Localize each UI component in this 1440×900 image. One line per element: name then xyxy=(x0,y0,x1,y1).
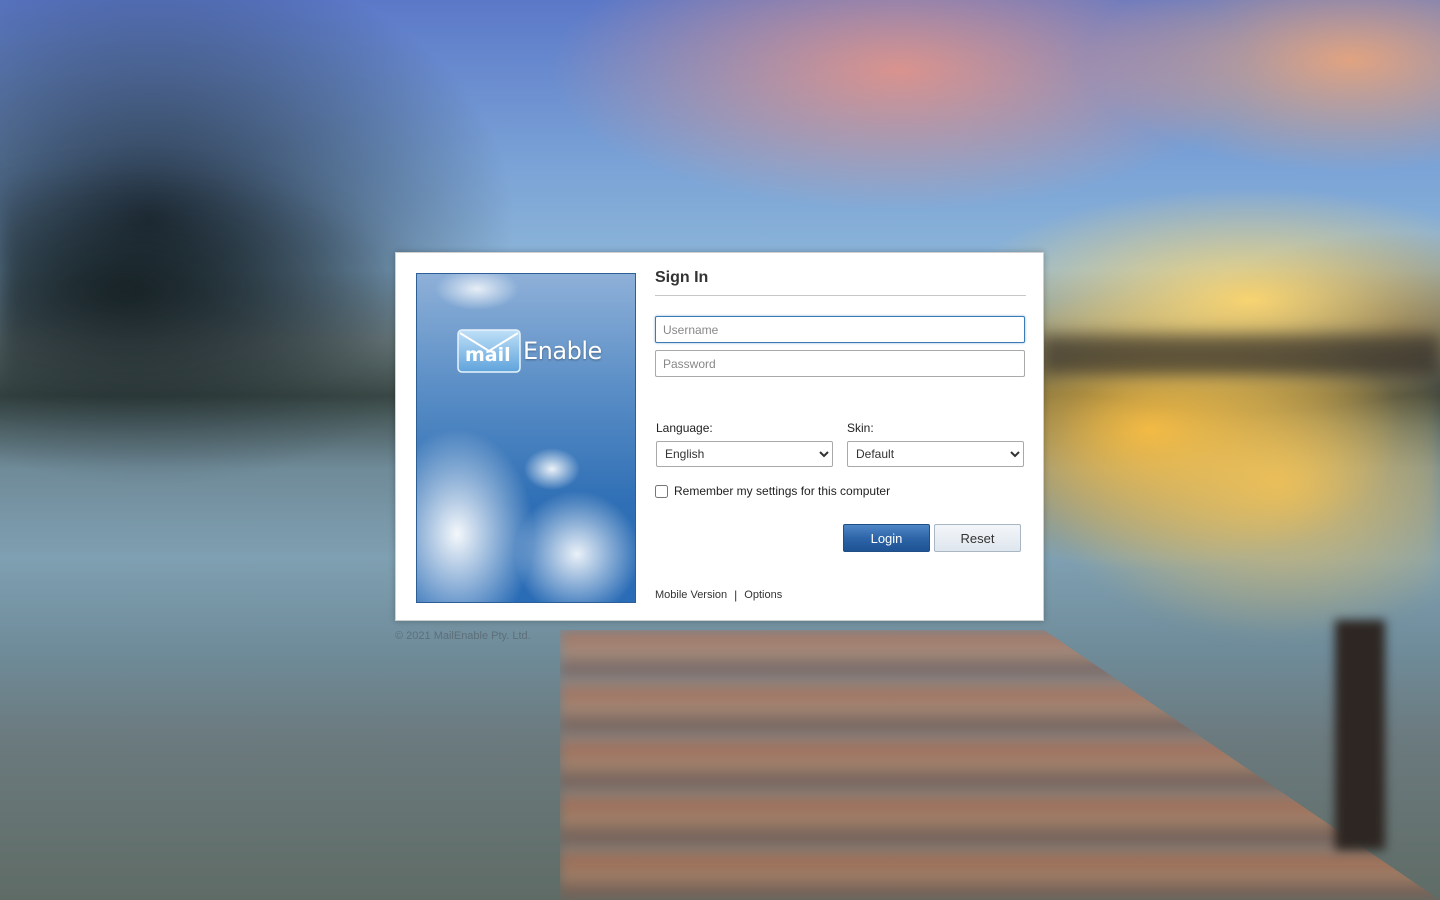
options-link[interactable]: Options xyxy=(744,589,782,601)
brand-panel: mail Enable xyxy=(416,273,636,603)
reset-button[interactable]: Reset xyxy=(934,524,1021,552)
logo-enable-text: Enable xyxy=(523,337,602,365)
remember-checkbox[interactable] xyxy=(655,484,668,498)
copyright-text: © 2021 MailEnable Pty. Ltd. xyxy=(395,630,531,642)
mailenable-logo: mail Enable xyxy=(457,329,602,373)
language-label: Language: xyxy=(656,421,713,435)
background-water-glow xyxy=(1040,380,1440,640)
remember-settings[interactable]: Remember my settings for this computer xyxy=(655,484,890,498)
background-trees xyxy=(0,160,420,420)
skin-select[interactable]: Default xyxy=(847,441,1024,467)
remember-label: Remember my settings for this computer xyxy=(674,484,891,498)
password-input[interactable] xyxy=(655,350,1025,377)
background-post xyxy=(1335,620,1385,850)
skin-label: Skin: xyxy=(847,421,874,435)
login-button[interactable]: Login xyxy=(843,524,930,552)
signin-form: Sign In Language: English Skin: Default … xyxy=(655,269,1026,602)
mobile-version-link[interactable]: Mobile Version xyxy=(655,589,727,601)
background-dock xyxy=(560,630,1440,900)
page-title: Sign In xyxy=(655,269,1026,296)
login-card: mail Enable Sign In Language: English Sk… xyxy=(395,252,1044,621)
background-shore xyxy=(1040,335,1440,375)
skin-group: Skin: Default xyxy=(847,421,1024,467)
link-separator: | xyxy=(734,588,738,602)
logo-mail-text: mail xyxy=(465,344,511,366)
language-group: Language: English xyxy=(656,421,833,467)
language-select[interactable]: English xyxy=(656,441,833,467)
footer-links: Mobile Version | Options xyxy=(655,588,782,602)
username-input[interactable] xyxy=(655,316,1025,343)
